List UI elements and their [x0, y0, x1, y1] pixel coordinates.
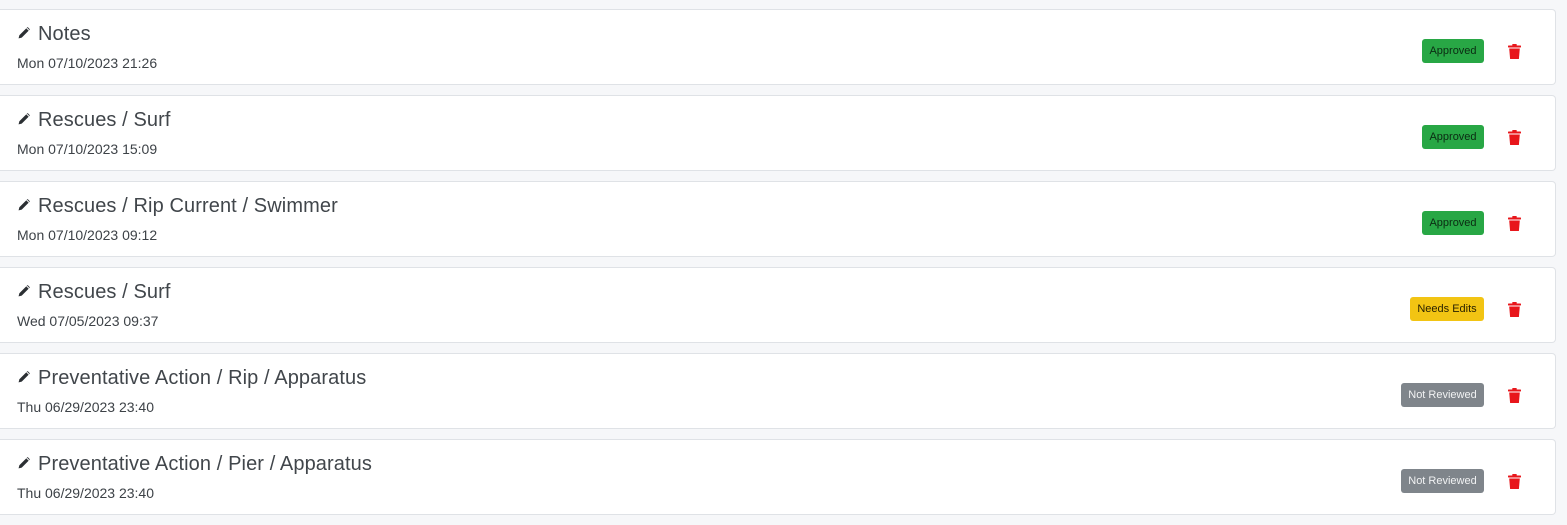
status-badge: Needs Edits [1410, 297, 1484, 321]
trash-icon[interactable] [1508, 216, 1521, 231]
report-list: Notes Mon 07/10/2023 21:26 Approved Resc… [0, 9, 1556, 525]
list-item: Preventative Action / Pier / Apparatus T… [0, 439, 1556, 515]
status-badge: Approved [1422, 211, 1484, 235]
entry-title[interactable]: Rescues / Surf [38, 109, 171, 132]
trash-icon[interactable] [1508, 130, 1521, 145]
edit-entry-link[interactable]: Rescues / Surf Wed 07/05/2023 09:37 [17, 280, 171, 330]
edit-entry-link[interactable]: Preventative Action / Rip / Apparatus Th… [17, 366, 366, 416]
entry-date: Mon 07/10/2023 21:26 [17, 55, 158, 71]
pencil-icon[interactable] [17, 456, 31, 470]
trash-icon[interactable] [1508, 302, 1521, 317]
pencil-icon[interactable] [17, 284, 31, 298]
edit-entry-link[interactable]: Rescues / Rip Current / Swimmer Mon 07/1… [17, 194, 338, 244]
entry-title[interactable]: Rescues / Surf [38, 281, 171, 304]
edit-entry-link[interactable]: Rescues / Surf Mon 07/10/2023 15:09 [17, 108, 171, 158]
status-badge: Approved [1422, 39, 1484, 63]
status-badge: Not Reviewed [1401, 383, 1484, 407]
pencil-icon[interactable] [17, 26, 31, 40]
trash-icon[interactable] [1508, 44, 1521, 59]
list-item: Rescues / Surf Mon 07/10/2023 15:09 Appr… [0, 95, 1556, 171]
edit-entry-link[interactable]: Notes Mon 07/10/2023 21:26 [17, 22, 158, 72]
list-item: Notes Mon 07/10/2023 21:26 Approved [0, 9, 1556, 85]
pencil-icon[interactable] [17, 370, 31, 384]
trash-icon[interactable] [1508, 388, 1521, 403]
entry-date: Mon 07/10/2023 09:12 [17, 227, 158, 243]
list-item: Rescues / Rip Current / Swimmer Mon 07/1… [0, 181, 1556, 257]
entry-title[interactable]: Notes [38, 23, 91, 46]
entry-date: Wed 07/05/2023 09:37 [17, 313, 159, 329]
entry-date: Mon 07/10/2023 15:09 [17, 141, 158, 157]
entry-title[interactable]: Preventative Action / Rip / Apparatus [38, 367, 366, 390]
pencil-icon[interactable] [17, 112, 31, 126]
status-badge: Approved [1422, 125, 1484, 149]
trash-icon[interactable] [1508, 474, 1521, 489]
status-badge: Not Reviewed [1401, 469, 1484, 493]
list-item: Rescues / Surf Wed 07/05/2023 09:37 Need… [0, 267, 1556, 343]
entry-date: Thu 06/29/2023 23:40 [17, 485, 155, 501]
pencil-icon[interactable] [17, 198, 31, 212]
entry-title[interactable]: Preventative Action / Pier / Apparatus [38, 453, 372, 476]
entry-date: Thu 06/29/2023 23:40 [17, 399, 155, 415]
entry-title[interactable]: Rescues / Rip Current / Swimmer [38, 195, 338, 218]
edit-entry-link[interactable]: Preventative Action / Pier / Apparatus T… [17, 452, 372, 502]
list-item: Preventative Action / Rip / Apparatus Th… [0, 353, 1556, 429]
